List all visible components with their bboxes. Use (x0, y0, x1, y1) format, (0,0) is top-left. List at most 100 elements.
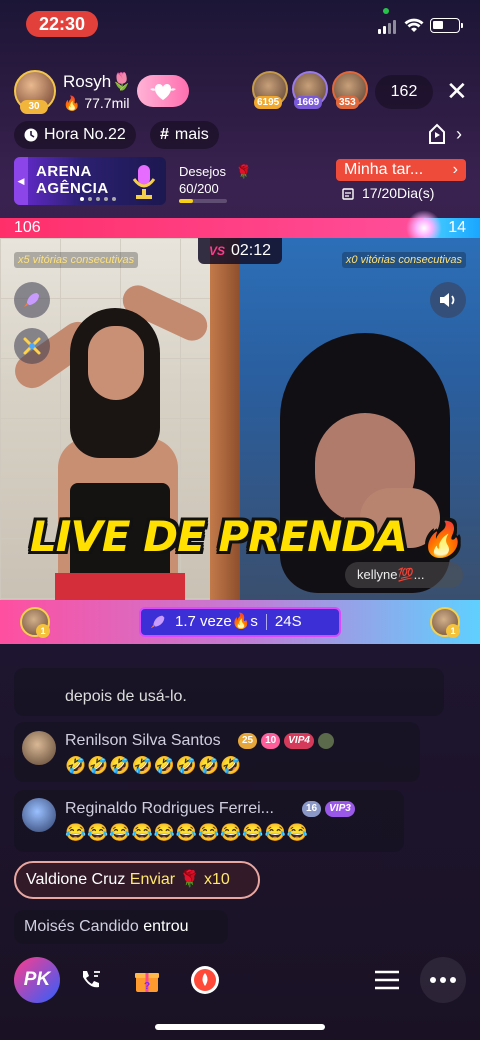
video-person-face (88, 326, 144, 400)
wish-label-text: Desejos (179, 164, 226, 179)
viewer-count-button[interactable]: 162 (375, 75, 433, 109)
host-level-badge: 30 (20, 100, 48, 114)
phone-video-icon (83, 971, 100, 988)
wish-progress-bar (179, 199, 227, 203)
hashtag-icon: # (160, 126, 169, 143)
cell-signal-icon (378, 20, 396, 34)
pk-score-bar-left (0, 218, 424, 238)
wallet-button[interactable] (182, 957, 228, 1003)
menu-button[interactable] (364, 957, 410, 1003)
gift-sender-name: Valdione Cruz (26, 871, 126, 888)
battery-icon (430, 18, 460, 33)
battery-tip (461, 23, 463, 28)
gift-icon: ? (135, 973, 159, 992)
host-popularity: 🔥 77.7mil (63, 95, 129, 112)
right-supporter-rank: 1 (446, 624, 460, 638)
arena-pager (80, 197, 116, 201)
top-viewer-badge-3: 353 (336, 96, 359, 109)
svg-text:?: ? (144, 981, 150, 992)
wish-label: Desejos 🌹 (179, 164, 252, 180)
chat-user-badges: 16 VIP3 (302, 801, 355, 817)
gift-box-button[interactable]: ? (124, 957, 170, 1003)
live-overlay-title: LIVE DE PRENDA 🔥 (30, 512, 463, 561)
chat-join-message: Moisés Candido entrou (14, 910, 228, 944)
follow-button[interactable] (137, 75, 189, 107)
boost-timer: 24S (274, 613, 302, 630)
boost-divider (265, 614, 267, 630)
join-action: entrou (143, 918, 189, 935)
hashtag-label: mais (174, 126, 209, 143)
chat-user-avatar[interactable] (22, 731, 56, 765)
right-win-streak: x0 vitórias consecutivas (341, 252, 466, 268)
wish-value: 60/200 (179, 181, 219, 196)
status-time: 22:30 (26, 11, 98, 37)
wish-progress-fill (179, 199, 194, 203)
more-button[interactable] (420, 957, 466, 1003)
hour-rank-label: Hora No.22 (44, 126, 126, 143)
pk-button[interactable]: PK (14, 957, 60, 1003)
hamburger-icon (375, 970, 399, 990)
arena-title: ARENA AGÊNCIA (36, 163, 109, 197)
chat-message-text: 🤣🤣🤣🤣🤣🤣🤣🤣 (65, 756, 243, 775)
heart-wings-icon (150, 84, 176, 100)
host-name-emoji: 🌷 (111, 72, 133, 91)
rose-icon: 🌹 (235, 164, 252, 179)
fire-icon: 🔥 (231, 613, 251, 630)
chat-message-text: 😂😂😂😂😂😂😂😂😂😂😂 (65, 823, 309, 842)
chat-user-avatar[interactable] (22, 798, 56, 832)
boost-text-tail: s (250, 613, 258, 630)
arena-title-line2: AGÊNCIA (36, 180, 109, 197)
call-request-button[interactable] (68, 957, 114, 1003)
pk-battle-button[interactable] (14, 328, 50, 364)
host-name-text: Rosyh (63, 72, 112, 91)
flame-icon: 🔥 (63, 95, 81, 111)
calendar-icon (342, 187, 354, 200)
level-badge: 16 (302, 801, 322, 817)
home-indicator (155, 1024, 325, 1030)
vip-badge: VIP3 (325, 801, 355, 817)
fire-icon: 🔥 (420, 520, 462, 560)
pk-timer: VS 02:12 (198, 238, 282, 264)
task-progress: 17/20Dia(s) (342, 185, 434, 201)
chat-system-text: depois de usá-lo. (65, 688, 187, 705)
pk-score-right: 14 (448, 219, 466, 236)
boost-text: 1.7 veze🔥s (175, 609, 258, 635)
hashtag-chip[interactable]: # mais (150, 121, 219, 149)
left-win-streak: x5 vitórias consecutivas (14, 252, 139, 268)
chat-user-name[interactable]: Renilson Silva Santos (65, 732, 221, 750)
swords-icon (23, 337, 41, 355)
opponent-name-tag[interactable]: kellyne💯... (345, 562, 463, 588)
boost-text-head: 1.7 veze (175, 613, 232, 630)
gift-action: Enviar (129, 871, 176, 888)
medal-icon (317, 733, 334, 749)
chevron-right-icon[interactable]: › (456, 124, 462, 145)
chat-user-badges: 25 10 VIP4 (238, 733, 334, 749)
home-ranking-icon[interactable] (427, 122, 447, 146)
chat-gift-message[interactable]: Valdione Cruz Enviar 🌹 x10 (14, 861, 260, 899)
top-viewer-badge-1: 6195 (254, 96, 283, 109)
wifi-icon (404, 18, 424, 32)
task-progress-value: 17/20Dia(s) (362, 185, 435, 201)
arena-banner[interactable]: ◀ ARENA AGÊNCIA (14, 157, 166, 205)
drop-coin-icon (191, 966, 219, 994)
chevron-right-icon: › (452, 161, 458, 178)
fan-badge: 10 (261, 733, 281, 749)
host-name[interactable]: Rosyh🌷 (63, 72, 132, 92)
sound-button[interactable] (430, 282, 466, 318)
chat-user-name[interactable]: Reginaldo Rodrigues Ferrei... (65, 800, 274, 818)
arena-collapse-icon[interactable]: ◀ (14, 157, 28, 205)
hour-rank-chip[interactable]: Hora No.22 (14, 121, 136, 149)
arena-title-line1: ARENA (36, 163, 92, 180)
multiplier-boost-banner[interactable]: 1.7 veze🔥s 24S (139, 607, 341, 637)
vip-badge: VIP4 (284, 733, 314, 749)
left-supporter-rank: 1 (36, 624, 50, 638)
rocket-boost-button[interactable] (14, 282, 50, 318)
clock-icon (24, 128, 38, 142)
rocket-icon (24, 293, 39, 307)
video-person-skirt (55, 573, 185, 600)
my-task-label: Minha tar... (344, 161, 424, 178)
my-task-button[interactable]: Minha tar... › (336, 159, 466, 181)
close-icon[interactable]: ✕ (446, 78, 468, 104)
privacy-indicator (383, 8, 389, 14)
rose-icon: 🌹 (179, 871, 200, 888)
